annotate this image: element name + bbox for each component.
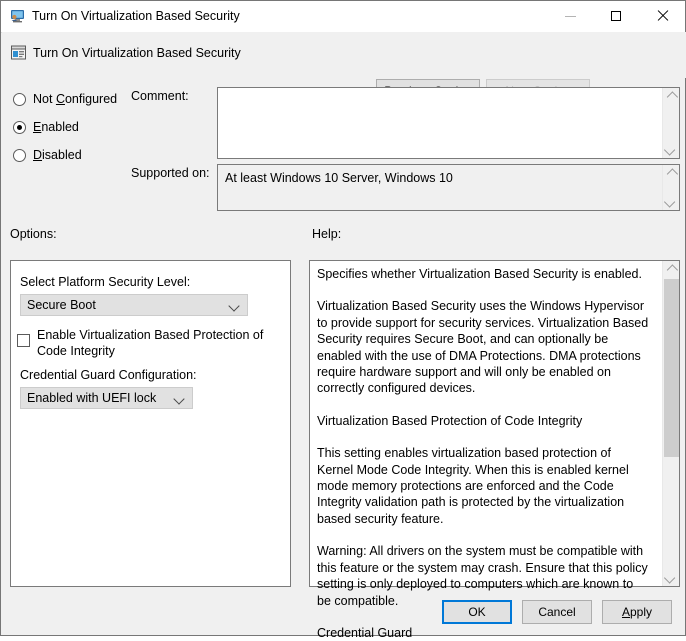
credential-guard-select[interactable]: Enabled with UEFI lock xyxy=(20,387,193,409)
help-text: Specifies whether Virtualization Based S… xyxy=(317,266,650,641)
credential-guard-label: Credential Guard Configuration: xyxy=(20,368,197,382)
chevron-down-icon xyxy=(173,393,184,404)
supported-on-field: At least Windows 10 Server, Windows 10 xyxy=(217,164,680,211)
help-scroll-down-icon[interactable] xyxy=(663,569,679,586)
comment-scroll-down-icon[interactable] xyxy=(663,141,679,158)
comment-label: Comment: xyxy=(131,89,189,103)
supported-scroll-up-icon[interactable] xyxy=(663,165,679,182)
radio-not-configured-mark xyxy=(13,93,26,106)
comment-scroll-up-icon[interactable] xyxy=(663,88,679,105)
dialog-window: Turn On Virtualization Based Security Tu… xyxy=(0,0,686,636)
help-label: Help: xyxy=(312,227,341,241)
help-paragraph-1: Specifies whether Virtualization Based S… xyxy=(317,266,650,282)
minimize-icon xyxy=(565,16,576,17)
setting-title: Turn On Virtualization Based Security xyxy=(33,46,241,60)
platform-security-level-label: Select Platform Security Level: xyxy=(20,275,190,289)
help-paragraph-2: Virtualization Based Security uses the W… xyxy=(317,298,650,396)
code-integrity-checkbox-mark xyxy=(17,334,30,347)
supported-on-scrollbar[interactable] xyxy=(662,165,679,210)
chevron-down-icon xyxy=(228,300,239,311)
radio-disabled[interactable]: Disabled xyxy=(13,148,82,162)
ok-button-label: OK xyxy=(468,605,485,619)
radio-not-configured[interactable]: Not Configured xyxy=(13,92,117,106)
platform-security-level-select[interactable]: Secure Boot xyxy=(20,294,248,316)
radio-disabled-mark xyxy=(13,149,26,162)
comment-scrollbar[interactable] xyxy=(662,88,679,158)
help-panel: Specifies whether Virtualization Based S… xyxy=(309,260,680,587)
help-scrollbar[interactable] xyxy=(662,261,679,586)
help-paragraph-6: Credential Guard xyxy=(317,625,650,641)
setting-header: Turn On Virtualization Based Security Pr… xyxy=(2,32,686,78)
help-paragraph-3: Virtualization Based Protection of Code … xyxy=(317,413,650,429)
cancel-button[interactable]: Cancel xyxy=(522,600,592,624)
platform-security-level-value: Secure Boot xyxy=(27,298,96,312)
supported-on-label: Supported on: xyxy=(131,166,210,180)
help-scroll-up-icon[interactable] xyxy=(663,261,679,278)
radio-not-configured-label: Not Configured xyxy=(33,92,117,106)
minimize-button[interactable] xyxy=(547,1,593,31)
radio-enabled[interactable]: Enabled xyxy=(13,120,79,134)
window-title: Turn On Virtualization Based Security xyxy=(32,9,240,23)
apply-button-label: Apply xyxy=(622,605,652,619)
supported-scroll-down-icon[interactable] xyxy=(663,193,679,210)
comment-input[interactable] xyxy=(217,87,680,159)
radio-disabled-label: Disabled xyxy=(33,148,82,162)
maximize-icon xyxy=(611,11,621,21)
apply-button[interactable]: Apply xyxy=(602,600,672,624)
supported-on-value: At least Windows 10 Server, Windows 10 xyxy=(225,171,453,185)
help-scrollbar-thumb[interactable] xyxy=(664,279,679,457)
ok-button[interactable]: OK xyxy=(442,600,512,624)
monitor-user-icon xyxy=(9,8,26,25)
cancel-button-label: Cancel xyxy=(538,605,575,619)
help-paragraph-4: This setting enables virtualization base… xyxy=(317,445,650,527)
options-panel: Select Platform Security Level: Secure B… xyxy=(10,260,291,587)
code-integrity-checkbox-label: Enable Virtualization Based Protection o… xyxy=(37,327,277,359)
radio-enabled-mark xyxy=(13,121,26,134)
policy-setting-icon xyxy=(10,44,27,61)
close-button[interactable] xyxy=(639,1,685,31)
code-integrity-checkbox[interactable]: Enable Virtualization Based Protection o… xyxy=(17,327,283,359)
close-icon xyxy=(656,10,668,22)
title-bar: Turn On Virtualization Based Security xyxy=(1,1,685,33)
maximize-button[interactable] xyxy=(593,1,639,31)
options-label: Options: xyxy=(10,227,57,241)
radio-enabled-label: Enabled xyxy=(33,120,79,134)
credential-guard-value: Enabled with UEFI lock xyxy=(27,391,156,405)
